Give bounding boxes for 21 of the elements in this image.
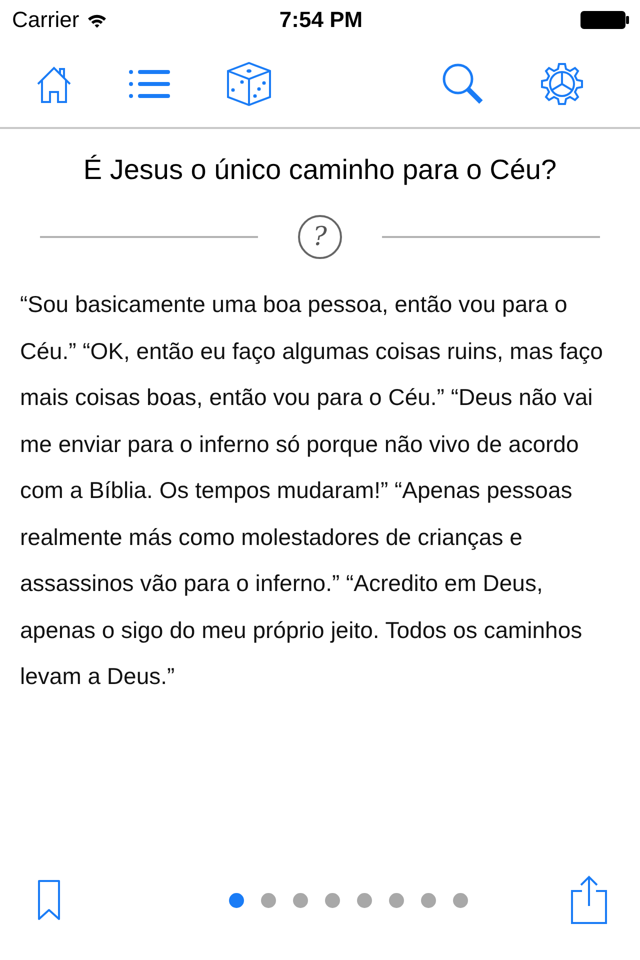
settings-icon[interactable] bbox=[540, 62, 584, 106]
page-dot[interactable] bbox=[260, 892, 276, 908]
carrier-name: Carrier bbox=[12, 7, 80, 33]
search-icon[interactable] bbox=[442, 62, 484, 104]
bookmark-icon[interactable] bbox=[36, 879, 62, 921]
article-title: É Jesus o único caminho para o Céu? bbox=[82, 153, 558, 187]
page-dot[interactable] bbox=[388, 892, 404, 908]
page-dot[interactable] bbox=[420, 892, 436, 908]
page-dot[interactable] bbox=[292, 892, 308, 908]
page-dot[interactable] bbox=[324, 892, 340, 908]
menu-icon[interactable] bbox=[128, 68, 170, 100]
question-badge: ? bbox=[298, 215, 342, 259]
article-text: “Sou basicamente uma boa pessoa, então vou para o Céu.” “OK, então eu faço algumas coisas ruins, mas faço mais coisas boas, então vou para o Céu.” “Deus não vai me enviar para o inferno só porque não vivo de acordo com a Bíblia. Os tempos mudaram!” “Apenas pessoas realmente más como molestadores de crianças e assassinos vão para o inferno.” “Acredito em Deus, apenas o sigo do meu próprio jeito. Todos os caminhos levam a Deus.” bbox=[20, 290, 604, 691]
page-dot[interactable] bbox=[452, 892, 468, 908]
status-time: 7:54 PM bbox=[279, 7, 363, 33]
wifi-icon bbox=[87, 12, 108, 28]
page-dot[interactable] bbox=[228, 892, 244, 908]
page-dot[interactable] bbox=[356, 892, 372, 908]
dice-icon[interactable] bbox=[226, 62, 272, 106]
battery-icon bbox=[580, 10, 630, 30]
share-icon[interactable] bbox=[570, 875, 608, 925]
